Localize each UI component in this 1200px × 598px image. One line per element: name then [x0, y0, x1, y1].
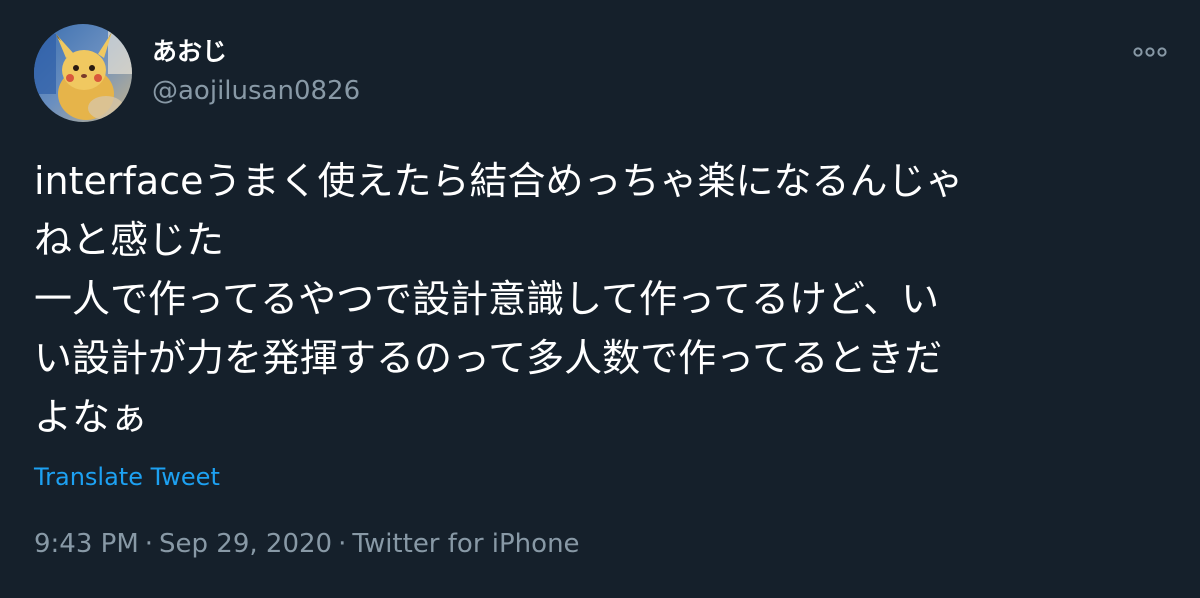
tweet-time[interactable]: 9:43 PM [34, 529, 139, 559]
avatar[interactable] [34, 24, 132, 122]
tweet-date[interactable]: Sep 29, 2020 [159, 529, 332, 559]
meta-separator: · [144, 529, 154, 559]
author-handle[interactable]: @aojilusan0826 [152, 74, 360, 108]
tweet-text-line: 一人で作ってるやつで設計意識して作ってるけど、い [34, 277, 940, 321]
meta-separator: · [338, 529, 347, 559]
tweet-text-line: ねと感じた [34, 218, 225, 262]
more-options-button[interactable] [1128, 36, 1172, 68]
tweet-source[interactable]: Twitter for iPhone [352, 529, 579, 559]
tweet-text-line: よなぁ [34, 395, 149, 439]
author-display-name[interactable]: あおじ [152, 36, 227, 68]
avatar-image [34, 24, 132, 122]
more-horizontal-icon [1133, 47, 1167, 57]
tweet-text-line: interfaceうまく使えたら結合めっちゃ楽になるんじゃ [34, 159, 964, 203]
tweet-card: あおじ @aojilusan0826 interfaceうまく使えたら結合めっち… [0, 0, 1200, 598]
translate-tweet-link[interactable]: Translate Tweet [34, 460, 220, 494]
tweet-text: interfaceうまく使えたら結合めっちゃ楽になるんじゃ ねと感じた 一人で作… [34, 152, 1174, 447]
tweet-meta: 9:43 PM · Sep 29, 2020 · Twitter for iPhone [34, 527, 580, 561]
tweet-text-line: い設計が力を発揮するのって多人数で作ってるときだ [34, 336, 943, 380]
